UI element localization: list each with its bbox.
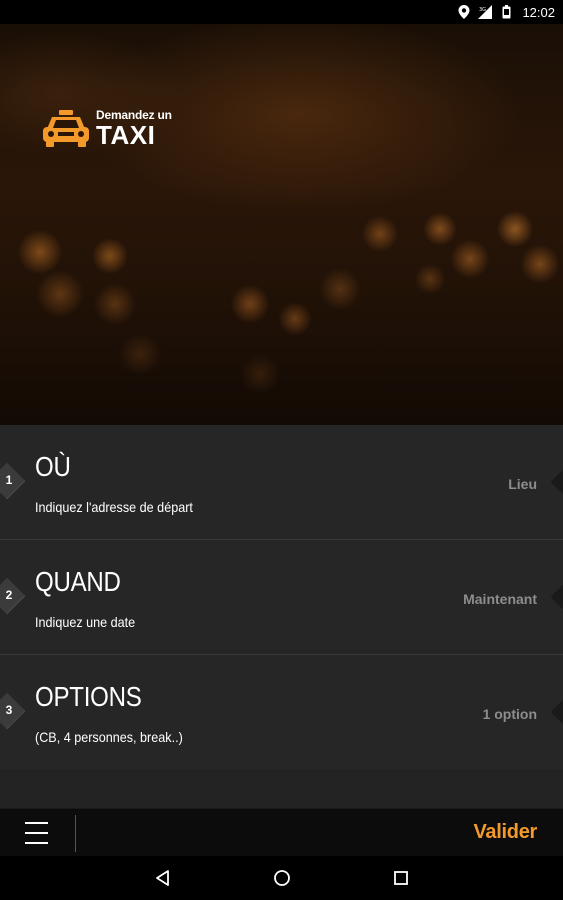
step-title: QUAND [35,566,121,597]
logo-subtitle: Demandez un [96,107,172,122]
step-value: 1 option [482,706,537,722]
status-time: 12:02 [522,4,555,20]
step-where-row[interactable]: 1 OÙ Indiquez l'adresse de départ Lieu [0,425,563,539]
system-nav-bar [0,856,563,900]
step-value: Lieu [508,476,537,492]
chevron-right-icon [550,693,563,731]
app-logo: Demandez un TAXI [42,108,172,148]
step-options-row[interactable]: 3 OPTIONS (CB, 4 personnes, break..) 1 o… [0,655,563,769]
signal-icon: 3G [478,5,493,19]
status-bar: 3G 12:02 [0,0,563,24]
chevron-right-icon [550,578,563,616]
step-when-row[interactable]: 2 QUAND Indiquez une date Maintenant [0,540,563,654]
step-subtitle: Indiquez une date [35,614,136,630]
recent-apps-icon[interactable] [390,867,412,889]
back-icon[interactable] [151,867,173,889]
step-number: 1 [5,473,13,487]
step-number: 3 [5,703,13,717]
validate-button[interactable]: Valider [474,821,538,844]
bottom-action-bar: Valider [0,808,563,856]
hero-banner: Demandez un TAXI [0,24,563,425]
separator [75,815,76,852]
step-title: OPTIONS [35,681,142,712]
step-subtitle: (CB, 4 personnes, break..) [35,729,183,745]
step-value: Maintenant [463,591,537,607]
logo-title: TAXI [96,119,156,150]
booking-steps-list: 1 OÙ Indiquez l'adresse de départ Lieu 2… [0,425,563,808]
home-icon[interactable] [271,867,293,889]
taxi-icon [42,108,90,148]
step-subtitle: Indiquez l'adresse de départ [35,499,193,515]
svg-text:3G: 3G [479,7,486,13]
step-number: 2 [5,588,13,602]
step-title: OÙ [35,451,71,482]
battery-icon [499,5,513,19]
hamburger-menu-icon[interactable] [16,819,60,847]
chevron-right-icon [550,463,563,501]
location-icon [457,5,471,19]
